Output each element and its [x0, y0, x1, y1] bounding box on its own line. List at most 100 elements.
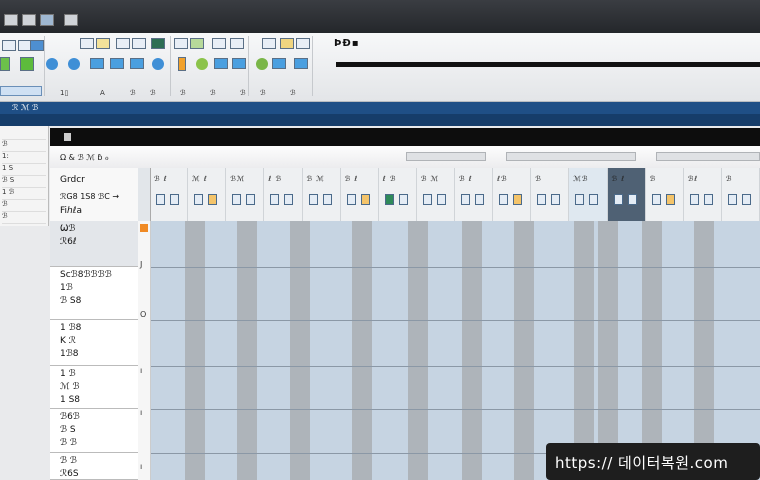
column-tool-icon[interactable] — [703, 194, 713, 205]
column-tool-icon[interactable] — [360, 194, 370, 205]
column-header[interactable]: ℬ ℓ — [455, 168, 494, 221]
ribbon-tool-icon[interactable] — [90, 58, 104, 69]
row-header-cell[interactable]: Scℬ8ℬℬℬℬ 1ℬ ℬ S8 — [50, 267, 138, 320]
ribbon-tool-icon[interactable] — [294, 58, 308, 69]
row-header-cell[interactable]: 1 ℬ ℳ ℬ 1 S8 — [50, 366, 138, 409]
mini-row[interactable]: ℬ — [2, 200, 46, 212]
column-tool-icon[interactable] — [665, 194, 675, 205]
column-tool-icon[interactable] — [384, 194, 394, 205]
column-tool-icon[interactable] — [741, 194, 751, 205]
column-tool-icon[interactable] — [727, 194, 737, 205]
column-tool-icon[interactable] — [270, 194, 280, 205]
ribbon-tool-icon[interactable] — [212, 38, 226, 49]
column-header[interactable]: ℬ ℓ — [341, 168, 379, 221]
quick-access-icon[interactable] — [4, 14, 18, 26]
ribbon-tool-icon[interactable] — [190, 38, 204, 49]
ribbon-tool-icon[interactable] — [110, 58, 124, 69]
ribbon-tool-icon[interactable] — [0, 57, 10, 71]
ribbon-round-icon[interactable] — [196, 58, 208, 70]
column-tool-icon[interactable] — [613, 194, 623, 205]
ribbon-tool-icon[interactable] — [178, 57, 186, 71]
ribbon-tool-icon[interactable] — [232, 58, 246, 69]
column-header[interactable]: ℳℬ — [569, 168, 608, 221]
ribbon-tool-icon[interactable] — [2, 40, 16, 51]
name-box[interactable] — [0, 86, 42, 96]
column-tool-icon[interactable] — [284, 194, 294, 205]
ribbon-tool-icon[interactable] — [151, 38, 165, 49]
column-header[interactable]: ℓ ℬ — [264, 168, 303, 221]
ribbon-tool-icon[interactable] — [296, 38, 310, 49]
ribbon-tool-icon[interactable] — [80, 38, 94, 49]
mini-row[interactable]: 1 S — [2, 164, 46, 176]
column-header[interactable]: ℬ — [531, 168, 570, 221]
ribbon-round-icon[interactable] — [68, 58, 80, 70]
column-header[interactable]: ℓℬ — [493, 168, 532, 221]
row-header-cell[interactable]: Ѡℬ ℛ6ℓ — [50, 221, 138, 267]
quick-access-icon[interactable] — [64, 14, 78, 26]
ribbon-round-icon[interactable] — [46, 58, 58, 70]
mini-row[interactable]: ℬ S — [2, 176, 46, 188]
column-tool-icon[interactable] — [194, 194, 204, 205]
column-tool-icon[interactable] — [156, 194, 165, 205]
column-tool-icon[interactable] — [651, 194, 661, 205]
ribbon-tool-icon[interactable] — [272, 58, 286, 69]
ribbon-tool-icon[interactable] — [130, 58, 144, 69]
column-header[interactable]: ℳ ℓ — [188, 168, 227, 221]
ribbon-tool-icon[interactable] — [30, 40, 44, 51]
column-header[interactable]: ℬ ℓ — [150, 168, 189, 221]
mini-row[interactable]: ℬ — [2, 212, 46, 224]
sheet-title-cell[interactable]: Grdcr ℛG8 1S8 ℬC → Fiℎℓa — [50, 168, 139, 221]
column-tool-icon[interactable] — [208, 194, 218, 205]
column-tool-icon[interactable] — [422, 194, 432, 205]
quick-access-icon[interactable] — [40, 14, 54, 26]
ribbon-tool-icon[interactable] — [262, 38, 276, 49]
ribbon-tool-icon[interactable] — [230, 38, 244, 49]
column-tool-icon[interactable] — [627, 194, 637, 205]
column-tool-icon[interactable] — [398, 194, 408, 205]
column-tool-icon[interactable] — [232, 194, 242, 205]
column-header[interactable]: ℬ ℳ — [303, 168, 341, 221]
column-tool-icon[interactable] — [475, 194, 484, 205]
row-header-cell[interactable]: ℬ ℬ ℛ6S — [50, 453, 138, 480]
ribbon-tool-icon[interactable] — [214, 58, 228, 69]
column-tool-icon[interactable] — [575, 194, 585, 205]
toolbar-input[interactable] — [406, 152, 486, 161]
column-tool-icon[interactable] — [246, 194, 256, 205]
column-tool-icon[interactable] — [551, 194, 561, 205]
column-tool-icon[interactable] — [346, 194, 356, 205]
mini-row[interactable]: 1 ℬ — [2, 188, 46, 200]
column-header[interactable]: ℬ ℳ — [417, 168, 455, 221]
column-tool-icon[interactable] — [436, 194, 446, 205]
column-header[interactable]: ℬℓ — [684, 168, 722, 221]
ribbon-tool-icon[interactable] — [132, 38, 146, 49]
column-tool-icon[interactable] — [537, 194, 547, 205]
mini-row[interactable] — [2, 128, 46, 140]
toolbar-input[interactable] — [656, 152, 760, 161]
column-header[interactable]: ℬ — [722, 168, 760, 221]
quick-access-icon[interactable] — [22, 14, 36, 26]
column-tool-icon[interactable] — [322, 194, 332, 205]
column-tool-icon[interactable] — [689, 194, 699, 205]
column-tool-icon[interactable] — [513, 194, 523, 205]
ribbon-round-icon[interactable] — [256, 58, 268, 70]
ribbon-tool-icon[interactable] — [280, 38, 294, 49]
column-header[interactable]: ℬℳ — [226, 168, 265, 221]
toolbar-input[interactable] — [506, 152, 636, 161]
column-header[interactable]: ℬ — [646, 168, 684, 221]
ribbon-tool-icon[interactable] — [174, 38, 188, 49]
column-tool-icon[interactable] — [499, 194, 509, 205]
row-header-cell[interactable]: 1 ℬ8 K ℛ 1ℬ8 — [50, 320, 138, 366]
mini-row[interactable]: ℬ — [2, 140, 46, 152]
ribbon-tool-icon[interactable] — [116, 38, 130, 49]
column-header[interactable]: ℬ ℓ — [607, 168, 646, 221]
row-header-cell[interactable]: ℬ6ℬ ℬ S ℬ ℬ — [50, 409, 138, 453]
column-tool-icon[interactable] — [170, 194, 179, 205]
ribbon-tool-icon[interactable] — [96, 38, 110, 49]
mini-row[interactable]: 1: — [2, 152, 46, 164]
column-tool-icon[interactable] — [461, 194, 470, 205]
ribbon-tool-icon[interactable] — [20, 57, 34, 71]
column-tool-icon[interactable] — [589, 194, 599, 205]
ribbon-round-icon[interactable] — [152, 58, 164, 70]
column-tool-icon[interactable] — [308, 194, 318, 205]
column-header[interactable]: ℓ ℬ — [379, 168, 417, 221]
